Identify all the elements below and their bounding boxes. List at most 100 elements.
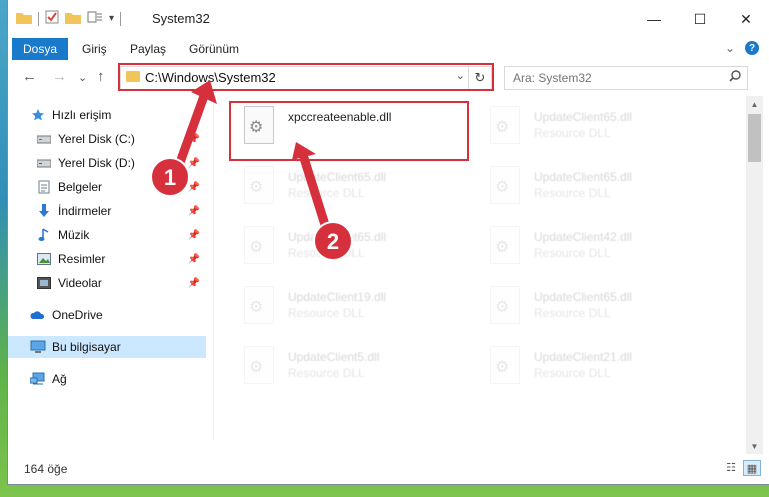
search-input[interactable]	[511, 67, 725, 89]
download-icon	[36, 203, 52, 219]
sidebar-item-label: Ağ	[52, 372, 67, 386]
file-type: Resource DLL	[534, 366, 611, 380]
close-button[interactable]: ✕	[723, 0, 769, 38]
pane-divider	[213, 100, 214, 440]
tab-view[interactable]: Görünüm	[189, 42, 239, 56]
file-name: UpdateClient65.dll	[534, 110, 633, 124]
sidebar-item-label: Belgeler	[58, 180, 103, 194]
folder-icon	[16, 11, 32, 27]
dll-file-icon: ⚙	[244, 166, 274, 204]
item-count: 164 öğe	[24, 462, 68, 476]
ribbon-controls: ⌄ ?	[725, 41, 759, 55]
large-icons-view-icon[interactable]: ▦	[743, 460, 761, 476]
cloud-icon	[30, 307, 46, 323]
sidebar-item-label: Videolar	[58, 276, 102, 290]
sidebar-item-label: Resimler	[58, 252, 106, 266]
sidebar-item-pictures[interactable]: Resimler 📌	[8, 248, 206, 270]
drive-icon	[36, 155, 52, 171]
file-type: Resource DLL	[534, 126, 611, 140]
file-name: UpdateClient21.dll	[534, 350, 633, 364]
search-box[interactable]	[504, 66, 748, 90]
pin-icon[interactable]: 📌	[188, 134, 200, 145]
file-item[interactable]: ⚙ UpdateClient65.dll Resource DLL	[476, 160, 711, 214]
toolbar-divider	[38, 11, 39, 26]
pin-icon[interactable]: 📌	[188, 230, 200, 241]
sidebar-item-documents[interactable]: Belgeler 📌	[8, 176, 206, 198]
dll-file-icon: ⚙	[490, 226, 520, 264]
sidebar-item-onedrive[interactable]: OneDrive	[8, 304, 206, 326]
file-item[interactable]: ⚙ UpdateClient65.dll Resource DLL	[476, 100, 711, 154]
quick-access-toolbar: ▾	[16, 10, 122, 27]
details-view-icon[interactable]: ☷	[723, 460, 739, 474]
tab-home[interactable]: Giriş	[82, 42, 107, 56]
new-folder-icon[interactable]	[65, 11, 81, 27]
sidebar-item-label: Hızlı erişim	[52, 108, 112, 122]
sidebar-item-quick-access[interactable]: Hızlı erişim	[8, 104, 206, 126]
sidebar-item-local-disk-c[interactable]: Yerel Disk (C:) 📌	[8, 128, 206, 150]
ribbon-collapse-icon[interactable]: ⌄	[725, 41, 735, 55]
file-name: UpdateClient65.dll	[534, 170, 633, 184]
pictures-icon	[36, 251, 52, 267]
scroll-down-icon[interactable]: ▼	[746, 438, 763, 454]
file-name: UpdateClient65.dll	[288, 170, 387, 184]
sidebar-item-videos[interactable]: Videolar 📌	[8, 272, 206, 294]
status-bar: 164 öğe ☷ ▦	[8, 458, 769, 480]
up-button[interactable]: ↑	[97, 68, 105, 85]
scroll-up-icon[interactable]: ▲	[746, 96, 763, 112]
sidebar-item-music[interactable]: Müzik 📌	[8, 224, 206, 246]
dll-file-icon: ⚙	[490, 286, 520, 324]
file-name: UpdateClient65.dll	[534, 290, 633, 304]
maximize-button[interactable]: ☐	[677, 0, 723, 38]
sidebar-item-label: Bu bilgisayar	[52, 340, 121, 354]
file-item[interactable]: ⚙ UpdateClient42.dll Resource DLL	[476, 220, 711, 274]
minimize-button[interactable]: —	[631, 0, 677, 38]
sidebar-item-downloads[interactable]: İndirmeler 📌	[8, 200, 206, 222]
drive-icon	[36, 131, 52, 147]
recent-locations-button[interactable]: ⌄	[78, 71, 87, 84]
forward-button[interactable]: →	[52, 68, 67, 85]
vertical-scrollbar[interactable]: ▲ ▼	[746, 96, 763, 454]
file-item[interactable]: ⚙ UpdateClient5.dll Resource DLL	[230, 340, 465, 394]
tab-file[interactable]: Dosya	[12, 38, 68, 60]
sidebar-item-local-disk-d[interactable]: Yerel Disk (D:) 📌	[8, 152, 206, 174]
music-icon	[36, 227, 52, 243]
tab-share[interactable]: Paylaş	[130, 42, 166, 56]
navigation-pane: Hızlı erişim Yerel Disk (C:) 📌 Yerel Dis…	[8, 100, 214, 440]
network-icon	[30, 371, 46, 387]
title-bar: ▾ System32 — ☐ ✕	[8, 0, 769, 38]
search-icon[interactable]	[729, 70, 741, 85]
ribbon-tabs: Dosya Giriş Paylaş Görünüm ⌄ ?	[8, 38, 769, 61]
toolbar-divider	[120, 11, 122, 26]
scroll-thumb[interactable]	[748, 114, 761, 162]
rename-icon[interactable]	[87, 10, 103, 27]
properties-icon[interactable]	[45, 10, 59, 27]
documents-icon	[36, 179, 52, 195]
sidebar-item-label: Yerel Disk (D:)	[58, 156, 135, 170]
sidebar-item-network[interactable]: Ağ	[8, 368, 206, 390]
videos-icon	[36, 275, 52, 291]
file-type: Resource DLL	[534, 246, 611, 260]
pin-icon[interactable]: 📌	[188, 254, 200, 265]
file-item[interactable]: ⚙ UpdateClient65.dll Resource DLL	[230, 220, 465, 274]
dll-file-icon: ⚙	[244, 226, 274, 264]
help-icon[interactable]: ?	[745, 41, 759, 55]
pin-icon[interactable]: 📌	[188, 158, 200, 169]
dll-file-icon: ⚙	[244, 346, 274, 384]
pin-icon[interactable]: 📌	[188, 206, 200, 217]
file-item[interactable]: ⚙ UpdateClient21.dll Resource DLL	[476, 340, 711, 394]
dll-file-icon: ⚙	[490, 346, 520, 384]
file-type: Resource DLL	[288, 246, 365, 260]
sidebar-item-this-pc[interactable]: Bu bilgisayar	[8, 336, 206, 358]
file-item[interactable]: ⚙ UpdateClient19.dll Resource DLL	[230, 280, 465, 334]
pin-icon[interactable]: 📌	[188, 182, 200, 193]
sidebar-item-label: Müzik	[58, 228, 90, 242]
sidebar-item-label: İndirmeler	[58, 204, 112, 218]
star-icon	[30, 107, 46, 123]
file-item[interactable]: ⚙ UpdateClient65.dll Resource DLL	[476, 280, 711, 334]
back-button[interactable]: ←	[22, 68, 37, 85]
pin-icon[interactable]: 📌	[188, 278, 200, 289]
sidebar-item-label: Yerel Disk (C:)	[58, 132, 135, 146]
file-type: Resource DLL	[534, 306, 611, 320]
customize-toolbar-icon[interactable]: ▾	[109, 13, 114, 24]
file-item[interactable]: ⚙ UpdateClient65.dll Resource DLL	[230, 160, 465, 214]
